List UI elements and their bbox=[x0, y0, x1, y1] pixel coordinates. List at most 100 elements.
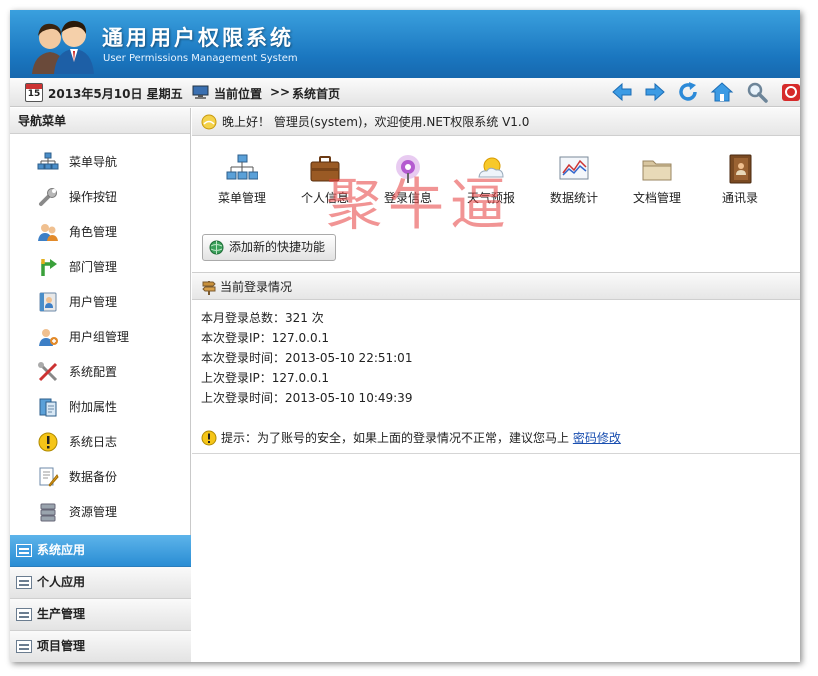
sidebar-menu: 菜单导航 操作按钮 角色管理 部门管理 用户管理 用户组管理 系统配置 附加属性… bbox=[10, 134, 190, 529]
sidebar-item-label: 操作按钮 bbox=[69, 190, 118, 204]
breadcrumb-current-page[interactable]: 系统首页 bbox=[292, 85, 340, 102]
folder-icon bbox=[642, 160, 672, 181]
sidebar-item-label: 数据备份 bbox=[69, 470, 118, 484]
calendar-icon: 15 bbox=[25, 83, 43, 102]
back-icon[interactable] bbox=[610, 81, 634, 103]
sidebar-item-buttons[interactable]: 操作按钮 bbox=[10, 179, 190, 214]
stat-monthly-logins: 本月登录总数：321 次 bbox=[201, 311, 324, 325]
signpost-icon bbox=[202, 281, 216, 295]
sidebar-item-system-log[interactable]: 系统日志 bbox=[10, 424, 190, 459]
attribute-book-icon bbox=[39, 398, 57, 416]
shortcut-label: 天气预报 bbox=[466, 191, 515, 205]
address-book-icon bbox=[729, 154, 752, 184]
signal-icon bbox=[396, 155, 420, 183]
branch-arrow-icon bbox=[41, 258, 57, 276]
welcome-message: 晚上好！ 管理员(system)，欢迎使用.NET权限系统 V1.0 bbox=[222, 115, 530, 129]
location-label: 当前位置 bbox=[214, 87, 263, 101]
shortcut-label: 数据统计 bbox=[549, 191, 598, 205]
sidebar-item-label: 系统日志 bbox=[69, 435, 118, 449]
moon-greeting-icon bbox=[201, 114, 217, 130]
shortcut-address-book[interactable]: 通讯录 bbox=[700, 153, 780, 206]
stat-last-ip: 上次登录IP：127.0.0.1 bbox=[201, 371, 330, 385]
sidebar-item-users[interactable]: 用户管理 bbox=[10, 284, 190, 319]
exit-icon[interactable] bbox=[780, 81, 800, 103]
app-header: 通用用户权限系统 User Permissions Management Sys… bbox=[10, 10, 800, 78]
user-group-icon bbox=[39, 328, 58, 346]
shortcut-label: 通讯录 bbox=[721, 191, 758, 205]
section-personal-apps[interactable]: 个人应用 bbox=[10, 567, 191, 599]
users-logo-icon bbox=[32, 20, 94, 74]
shortcut-panel: 菜单管理 个人信息 登录信息 天气预报 数据统计 文档管理 通讯录 bbox=[192, 153, 800, 213]
database-icon bbox=[40, 503, 56, 521]
briefcase-icon bbox=[310, 156, 340, 182]
sidebar: 导航菜单 菜单导航 操作按钮 角色管理 部门管理 用户管理 用户组管理 系统配置… bbox=[10, 108, 191, 662]
top-toolbar: 15 2013年5月10日 星期五 当前位置 >> 系统首页 bbox=[10, 78, 800, 107]
sidebar-item-user-groups[interactable]: 用户组管理 bbox=[10, 319, 190, 354]
sidebar-item-label: 系统配置 bbox=[69, 365, 118, 379]
refresh-icon[interactable] bbox=[676, 81, 700, 103]
current-date: 2013年5月10日 星期五 bbox=[48, 87, 183, 101]
shortcut-label: 个人信息 bbox=[300, 191, 349, 205]
forward-icon[interactable] bbox=[643, 81, 667, 103]
sitemap-icon bbox=[226, 154, 258, 180]
sidebar-item-data-backup[interactable]: 数据备份 bbox=[10, 459, 190, 494]
stat-current-time: 本次登录时间：2013-05-10 22:51:01 bbox=[201, 351, 413, 365]
shortcut-statistics[interactable]: 数据统计 bbox=[534, 153, 614, 206]
sidebar-item-label: 用户管理 bbox=[69, 295, 118, 309]
sitemap-icon bbox=[37, 152, 59, 169]
wrench-icon bbox=[39, 187, 57, 206]
sidebar-item-label: 部门管理 bbox=[69, 260, 118, 274]
sidebar-item-label: 菜单导航 bbox=[69, 155, 118, 169]
home-icon[interactable] bbox=[710, 81, 734, 103]
app-title: 通用用户权限系统 bbox=[102, 25, 294, 50]
calendar-day: 15 bbox=[27, 89, 41, 99]
section-list-icon bbox=[16, 544, 32, 557]
sidebar-item-system-config[interactable]: 系统配置 bbox=[10, 354, 190, 389]
shortcut-label: 文档管理 bbox=[632, 191, 681, 205]
app-subtitle: User Permissions Management System bbox=[103, 53, 298, 64]
login-status-header: 当前登录情况 bbox=[192, 272, 800, 300]
shortcut-menu-management[interactable]: 菜单管理 bbox=[202, 153, 282, 206]
section-label: 生产管理 bbox=[37, 607, 86, 621]
add-shortcut-button[interactable]: 添加新的快捷功能 bbox=[202, 234, 337, 261]
sidebar-item-attributes[interactable]: 附加属性 bbox=[10, 389, 190, 424]
section-system-apps[interactable]: 系统应用 bbox=[10, 535, 191, 567]
backup-edit-icon bbox=[39, 467, 59, 487]
stat-last-time: 上次登录时间：2013-05-10 10:49:39 bbox=[201, 391, 413, 405]
sidebar-item-menu-nav[interactable]: 菜单导航 bbox=[10, 144, 190, 179]
section-production[interactable]: 生产管理 bbox=[10, 599, 191, 631]
tools-icon bbox=[38, 361, 58, 381]
breadcrumb-separator: >> bbox=[270, 85, 291, 99]
sidebar-item-resources[interactable]: 资源管理 bbox=[10, 494, 190, 529]
sidebar-item-label: 角色管理 bbox=[69, 225, 118, 239]
shortcut-documents[interactable]: 文档管理 bbox=[617, 153, 697, 206]
shortcut-login-info[interactable]: 登录信息 bbox=[368, 153, 448, 206]
sidebar-sections: 系统应用 个人应用 生产管理 项目管理 bbox=[10, 535, 191, 662]
section-list-icon bbox=[16, 576, 32, 589]
stat-current-ip: 本次登录IP：127.0.0.1 bbox=[201, 331, 330, 345]
user-card-icon bbox=[39, 292, 57, 311]
section-label: 系统应用 bbox=[37, 543, 86, 557]
section-list-icon bbox=[16, 608, 32, 621]
computer-icon bbox=[192, 85, 209, 99]
chart-icon bbox=[559, 156, 589, 180]
sidebar-item-label: 用户组管理 bbox=[69, 330, 130, 344]
shortcut-label: 菜单管理 bbox=[217, 191, 266, 205]
sidebar-item-departments[interactable]: 部门管理 bbox=[10, 249, 190, 284]
section-label: 个人应用 bbox=[37, 575, 86, 589]
change-password-link[interactable]: 密码修改 bbox=[573, 431, 621, 445]
section-label: 项目管理 bbox=[37, 639, 86, 653]
shortcut-weather[interactable]: 天气预报 bbox=[451, 153, 531, 206]
users-icon bbox=[38, 223, 58, 241]
sidebar-item-label: 附加属性 bbox=[69, 400, 118, 414]
shortcut-personal-info[interactable]: 个人信息 bbox=[285, 153, 365, 206]
warning-icon bbox=[38, 432, 58, 451]
section-list-icon bbox=[16, 640, 32, 653]
sidebar-item-roles[interactable]: 角色管理 bbox=[10, 214, 190, 249]
app-window: 通用用户权限系统 User Permissions Management Sys… bbox=[10, 10, 800, 662]
login-status-title: 当前登录情况 bbox=[220, 280, 293, 294]
content-divider bbox=[192, 453, 800, 454]
search-icon[interactable] bbox=[745, 81, 769, 103]
add-shortcut-label: 添加新的快捷功能 bbox=[229, 240, 326, 254]
section-projects[interactable]: 项目管理 bbox=[10, 631, 191, 662]
